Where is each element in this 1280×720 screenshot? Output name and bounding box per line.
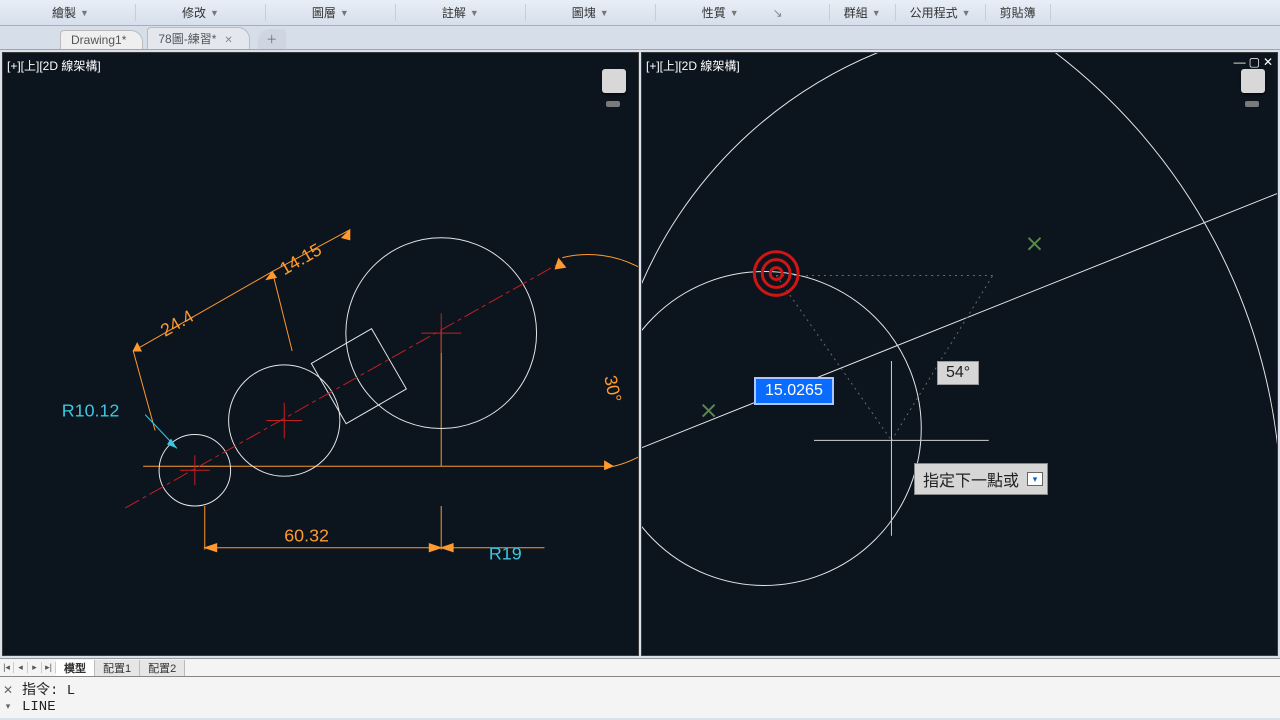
document-tab-78[interactable]: 78圖-練習*✕ xyxy=(147,27,249,49)
new-tab-button[interactable]: ＋ xyxy=(258,29,286,49)
dropdown-arrow-icon: ▼ xyxy=(730,8,739,18)
right-viewport[interactable]: [+][上][2D 線架構] — ▢ ✕ xyxy=(641,52,1278,656)
close-button[interactable]: ✕ xyxy=(1263,55,1273,69)
dropdown-arrow-icon: ▼ xyxy=(340,8,349,18)
layout-tab-strip: |◂ ◂ ▸ ▸| 模型 配置1 配置2 xyxy=(0,658,1280,676)
dynamic-prompt-tooltip[interactable]: 指定下一點或 ▾ xyxy=(914,463,1048,495)
viewport-title[interactable]: [+][上][2D 線架構] xyxy=(7,57,101,74)
dynamic-prompt-dropdown-icon[interactable]: ▾ xyxy=(1027,472,1043,486)
ribbon-panel-property[interactable]: 性質▼↘ xyxy=(656,4,830,21)
dropdown-arrow-icon: ▼ xyxy=(470,8,479,18)
dropdown-arrow-icon: ▼ xyxy=(872,8,881,18)
command-line-area[interactable]: ✕▾ 指令: L LINE xyxy=(0,676,1280,718)
dropdown-arrow-icon: ▼ xyxy=(80,8,89,18)
dim-60-32: 60.32 xyxy=(284,526,329,546)
layout-nav-first[interactable]: |◂ xyxy=(0,662,14,673)
layout-nav-next[interactable]: ▸ xyxy=(28,662,42,673)
dim-30deg: 30° xyxy=(600,374,625,405)
layout-tab-model[interactable]: 模型 xyxy=(56,660,95,676)
dim-r10-12: R10.12 xyxy=(62,401,120,421)
minimize-button[interactable]: — xyxy=(1234,55,1246,69)
workarea: [+][上][2D 線架構] xyxy=(0,50,1280,658)
left-drawing-canvas: 24.4 14.15 R10.12 60.32 R19 30° xyxy=(3,53,638,655)
viewport-window-controls: — ▢ ✕ xyxy=(1234,55,1273,69)
document-tab-strip: Drawing1* 78圖-練習*✕ ＋ xyxy=(0,26,1280,50)
viewport-title[interactable]: [+][上][2D 線架構] xyxy=(646,57,740,74)
ribbon-panel-layer[interactable]: 圖層▼ xyxy=(266,4,396,21)
document-tab-drawing1[interactable]: Drawing1* xyxy=(60,30,143,49)
command-close-button[interactable]: ✕▾ xyxy=(0,677,16,718)
viewcube-icon[interactable] xyxy=(1241,69,1265,93)
layout-nav-last[interactable]: ▸| xyxy=(42,662,56,673)
dropdown-arrow-icon: ▼ xyxy=(210,8,219,18)
ribbon-panel-clipboard[interactable]: 剪貼簿 xyxy=(986,4,1051,21)
left-viewport[interactable]: [+][上][2D 線架構] xyxy=(2,52,639,656)
ribbon-panel-annotate[interactable]: 註解▼ xyxy=(396,4,526,21)
ribbon-panel-utility[interactable]: 公用程式▼ xyxy=(896,4,986,21)
right-drawing-canvas xyxy=(642,53,1277,655)
dynamic-distance-input[interactable]: 15.0265 xyxy=(756,379,832,403)
ribbon-panel-modify[interactable]: 修改▼ xyxy=(136,4,266,21)
layout-tab-layout1[interactable]: 配置1 xyxy=(95,660,140,676)
dynamic-angle-readout: 54° xyxy=(937,361,979,385)
layout-nav-prev[interactable]: ◂ xyxy=(14,662,28,673)
navbar-grip-icon[interactable] xyxy=(1245,101,1259,107)
dim-r19: R19 xyxy=(489,544,522,564)
dropdown-arrow-icon: ▼ xyxy=(600,8,609,18)
close-tab-icon[interactable]: ✕ xyxy=(224,35,232,46)
ribbon-panel-bar: 繪製▼ 修改▼ 圖層▼ 註解▼ 圖塊▼ 性質▼↘ 群組▼ 公用程式▼ 剪貼簿 xyxy=(0,0,1280,26)
command-history: 指令: L LINE xyxy=(16,677,1280,718)
ribbon-panel-draw[interactable]: 繪製▼ xyxy=(6,4,136,21)
dim-14-15: 14.15 xyxy=(276,239,325,279)
maximize-button[interactable]: ▢ xyxy=(1249,55,1260,69)
dim-24-4: 24.4 xyxy=(157,306,197,341)
layout-tab-layout2[interactable]: 配置2 xyxy=(140,660,185,676)
ribbon-panel-group[interactable]: 群組▼ xyxy=(830,4,896,21)
dropdown-arrow-icon: ▼ xyxy=(962,8,971,18)
ribbon-panel-block[interactable]: 圖塊▼ xyxy=(526,4,656,21)
viewcube-icon[interactable] xyxy=(602,69,626,93)
navbar-grip-icon[interactable] xyxy=(606,101,620,107)
